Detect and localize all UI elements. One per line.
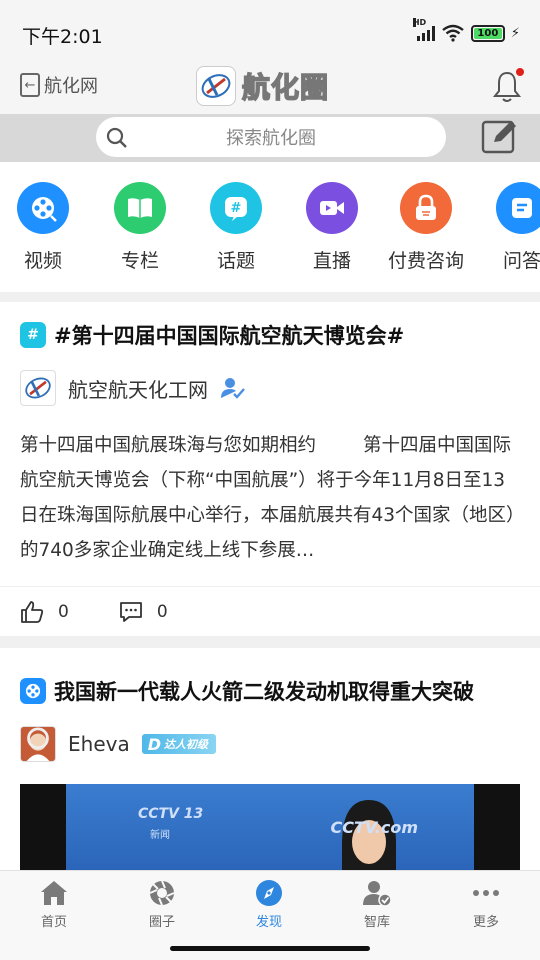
- avatar: [20, 370, 56, 406]
- post-title-text: 我国新一代载人火箭二级发动机取得重大突破: [54, 680, 474, 704]
- category-topic[interactable]: # 话题: [188, 182, 284, 273]
- search-strip: 探索航化圈: [0, 114, 540, 162]
- category-qa[interactable]: 问答: [474, 182, 540, 273]
- post-actions: 0 0: [0, 586, 540, 636]
- nav-discover[interactable]: 发现: [229, 879, 309, 930]
- level-badge-label: 达人初级: [164, 738, 208, 751]
- logo-text: 航化圈: [241, 70, 330, 105]
- nav-circle[interactable]: 圈子: [122, 879, 202, 930]
- nav-label: 首页: [40, 915, 67, 930]
- post-title[interactable]: 我国新一代载人火箭二级发动机取得重大突破: [20, 676, 474, 706]
- logo-emblem-icon: [196, 66, 236, 106]
- category-row: 视频 专栏 # 话题 直播 付费咨询 问答: [0, 162, 540, 292]
- qa-icon: [496, 182, 540, 234]
- nav-label: 发现: [255, 915, 282, 930]
- book-icon: [114, 182, 166, 234]
- video-frame: CCTV 13 新闻 CCTV.com: [66, 784, 474, 870]
- notification-bell-button[interactable]: [492, 68, 524, 104]
- post-title-text: #第十四届中国国际航空航天博览会#: [54, 324, 405, 348]
- comment-button[interactable]: 0: [119, 601, 168, 623]
- category-video[interactable]: 视频: [0, 182, 91, 273]
- nav-label: 智库: [363, 915, 390, 930]
- status-icons: HD 100 ⚡: [412, 18, 520, 42]
- search-input[interactable]: 探索航化圈: [96, 117, 446, 157]
- channel-logo: CCTV 13: [138, 806, 204, 822]
- nav-home[interactable]: 首页: [14, 879, 94, 930]
- category-label: 付费咨询: [387, 250, 464, 272]
- notification-dot: [516, 68, 524, 76]
- search-placeholder: 探索航化圈: [226, 128, 316, 149]
- hashtag-icon: #: [210, 182, 262, 234]
- home-icon: [41, 881, 67, 905]
- category-label: 直播: [312, 250, 351, 272]
- status-bar: 下午2:01 HD 100 ⚡: [0, 0, 540, 62]
- verified-user-icon: [221, 378, 245, 399]
- thumbs-up-icon: [21, 600, 44, 623]
- category-label: 话题: [216, 250, 255, 272]
- charging-icon: ⚡: [510, 25, 520, 41]
- nav-label: 圈子: [148, 915, 175, 930]
- app-header: ← 航化网 航化圈: [0, 62, 540, 114]
- like-button[interactable]: 0: [20, 600, 69, 624]
- category-label: 视频: [23, 250, 62, 272]
- author-name: Eheva: [68, 732, 130, 756]
- post-body: 第十四届中国航展珠海与您如期相约 第十四届中国国际航空航天博览会（下称“中国航展…: [20, 435, 516, 561]
- aperture-icon: [149, 880, 175, 906]
- user-check-icon: [363, 881, 392, 907]
- edit-icon: [481, 120, 516, 154]
- channel-sub: 新闻: [150, 830, 170, 841]
- category-paid-consult[interactable]: 付费咨询: [378, 182, 474, 273]
- category-label: 问答: [502, 250, 540, 272]
- post-author[interactable]: Eheva D 达人初级: [20, 726, 216, 762]
- post-title[interactable]: # #第十四届中国国际航空航天博览会#: [20, 320, 404, 350]
- category-column[interactable]: 专栏: [92, 182, 188, 273]
- level-badge: D 达人初级: [141, 734, 216, 754]
- compose-button[interactable]: [480, 118, 520, 156]
- nav-label: 更多: [472, 915, 499, 930]
- like-count: 0: [58, 601, 69, 622]
- svg-text:#: #: [231, 201, 242, 216]
- comment-icon: [119, 601, 142, 622]
- home-indicator[interactable]: [170, 946, 370, 951]
- hashtag-icon: #: [20, 322, 46, 348]
- post-author[interactable]: 航空航天化工网: [20, 370, 246, 406]
- category-label: 专栏: [120, 250, 159, 272]
- back-link-label: 航化网: [44, 76, 98, 97]
- lock-icon: [400, 182, 452, 234]
- signal-icon: HD: [412, 18, 435, 41]
- wifi-icon: [442, 24, 464, 42]
- post-card[interactable]: # #第十四届中国国际航空航天博览会# 航空航天化工网 第十四届中国航展珠海与您…: [0, 302, 540, 636]
- comment-count: 0: [156, 601, 168, 622]
- video-thumbnail[interactable]: CCTV 13 新闻 CCTV.com: [20, 784, 520, 870]
- video-watermark: CCTV.com: [330, 818, 418, 837]
- back-to-site-link[interactable]: ← 航化网: [20, 72, 98, 98]
- compass-icon: [256, 880, 282, 906]
- more-dots-icon: [473, 890, 499, 896]
- author-name: 航空航天化工网: [68, 377, 208, 402]
- battery-level: 100: [473, 27, 502, 39]
- status-time: 下午2:01: [22, 26, 103, 48]
- video-camera-icon: [306, 182, 358, 234]
- exit-icon: ←: [20, 73, 40, 97]
- nav-more[interactable]: 更多: [446, 879, 526, 930]
- app-logo: 航化圈: [196, 66, 329, 106]
- battery-icon: 100: [470, 24, 505, 42]
- nav-think-tank[interactable]: 智库: [337, 879, 417, 930]
- category-live[interactable]: 直播: [284, 182, 380, 273]
- post-card[interactable]: 我国新一代载人火箭二级发动机取得重大突破 Eheva D 达人初级 CCTV 1…: [0, 648, 540, 870]
- film-reel-icon: [17, 182, 69, 234]
- search-icon: [106, 127, 127, 148]
- d-badge-icon: D: [147, 734, 161, 754]
- film-reel-icon: [20, 678, 46, 704]
- avatar: [20, 726, 56, 762]
